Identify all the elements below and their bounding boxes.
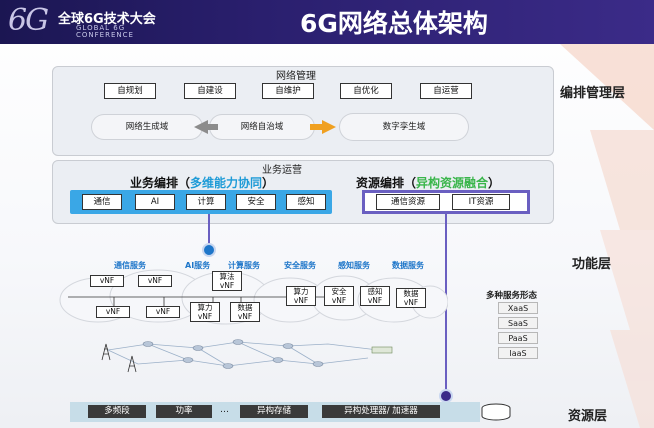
resource-power: 功率: [156, 405, 212, 418]
vnf-compute-a: 算力 vNF: [190, 302, 220, 322]
architecture-slide: 6G 全球6G技术大会 GLOBAL 6G CONFERENCE 6G网络总体架…: [0, 0, 654, 428]
vnf-security: 安全 vNF: [324, 286, 354, 306]
resource-multiband: 多频段: [88, 405, 146, 418]
vnf-sensing: 感知 vNF: [360, 286, 390, 306]
vnf-data-b: 数据 vNF: [396, 288, 426, 308]
resource-ellipsis: …: [220, 405, 229, 415]
service-form-saas: SaaS: [498, 317, 538, 329]
service-form-xaas: XaaS: [498, 302, 538, 314]
network-topology: [101, 339, 393, 373]
vnf-data-a: 数据 vNF: [230, 302, 260, 322]
vnf-algorithm: 算法 vNF: [212, 271, 242, 291]
resource-storage: 异构存储: [240, 405, 308, 418]
storage-disk-icon: [481, 403, 511, 421]
service-form-iaas: IaaS: [498, 347, 538, 359]
service-forms-title: 多种服务形态: [486, 291, 538, 301]
server-icon: [371, 346, 393, 354]
vnf-4: vNF: [146, 306, 180, 318]
function-layer-label: 功能层: [572, 257, 612, 272]
resource-layer-label: 资源层: [568, 409, 608, 424]
service-form-paas: PaaS: [498, 332, 538, 344]
vnf-1: vNF: [90, 275, 124, 287]
vnf-3: vNF: [96, 306, 130, 318]
resource-processor: 异构处理器/ 加速器: [322, 405, 440, 418]
vnf-2: vNF: [138, 275, 172, 287]
vnf-compute-b: 算力 vNF: [286, 286, 316, 306]
